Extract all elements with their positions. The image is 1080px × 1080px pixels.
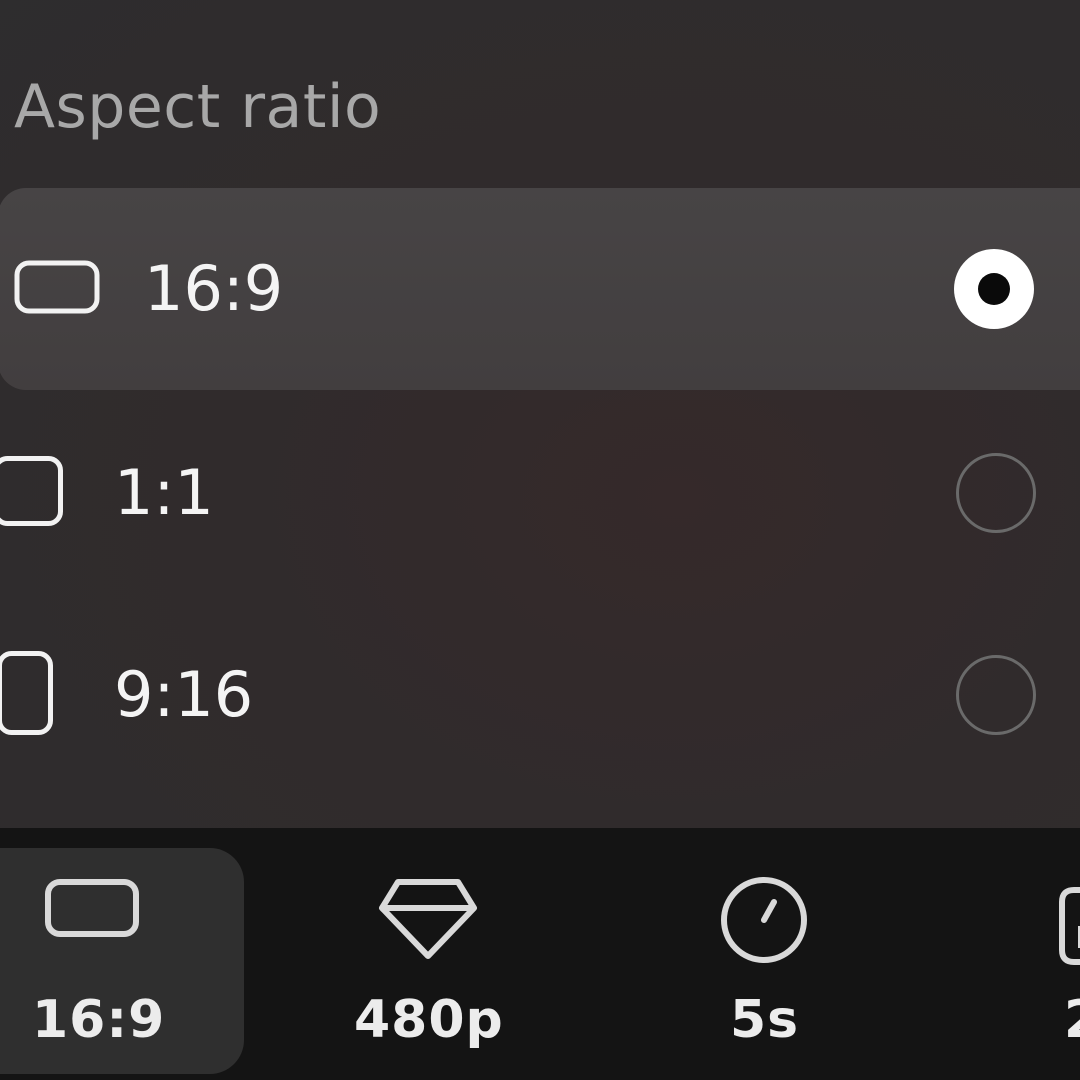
- toolbar-aspect-ratio-button[interactable]: 16:9: [0, 848, 244, 1074]
- toolbar-partial-button[interactable]: 2: [1050, 848, 1080, 1074]
- square-rect-icon: [0, 455, 64, 531]
- option-label: 1:1: [114, 456, 214, 529]
- diamond-icon: [376, 876, 480, 966]
- popover-title: Aspect ratio: [14, 72, 382, 142]
- toolbar-label: 5s: [730, 990, 800, 1050]
- landscape-rect-icon: [14, 259, 100, 319]
- option-label: 16:9: [144, 252, 284, 325]
- partial-icon: [1056, 886, 1080, 970]
- option-9-16[interactable]: 9:16: [0, 594, 1080, 796]
- toolbar-label: 16:9: [32, 990, 166, 1050]
- option-16-9[interactable]: 16:9: [0, 188, 1080, 390]
- radio-selected[interactable]: [954, 249, 1034, 329]
- option-1-1[interactable]: 1:1: [0, 392, 1080, 594]
- toolbar-duration-button[interactable]: 5s: [690, 848, 840, 1074]
- radio-unselected[interactable]: [956, 655, 1036, 735]
- option-label: 9:16: [114, 658, 254, 731]
- radio-unselected[interactable]: [956, 453, 1036, 533]
- toolbar-quality-button[interactable]: 480p: [340, 848, 520, 1074]
- toolbar-label: 2: [1064, 990, 1080, 1050]
- portrait-rect-icon: [0, 650, 54, 740]
- landscape-rect-icon: [44, 878, 140, 944]
- aspect-ratio-screen: Aspect ratio 16:9 1:1 9:16 16:9 480p 5s: [0, 0, 1080, 1080]
- aspect-ratio-popover: Aspect ratio 16:9 1:1 9:16: [0, 0, 1080, 828]
- toolbar-label: 480p: [354, 990, 504, 1050]
- timer-icon: [718, 874, 810, 970]
- bottom-toolbar: 16:9 480p 5s: [0, 828, 1080, 1080]
